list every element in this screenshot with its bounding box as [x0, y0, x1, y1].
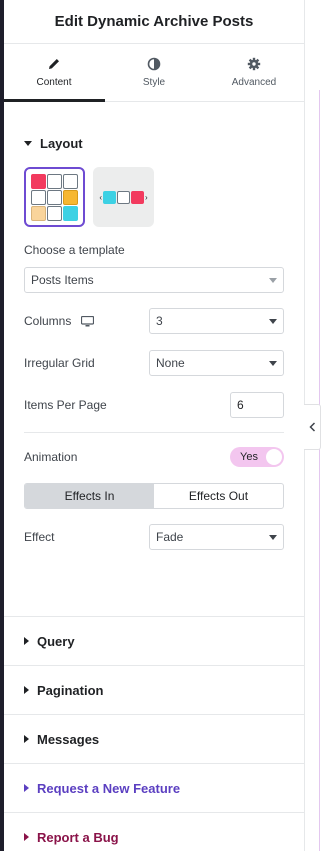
items-per-page-row: Items Per Page 6 [24, 392, 284, 418]
request-feature-link: Request a New Feature [37, 780, 181, 796]
chevron-down-icon [269, 360, 277, 366]
animation-toggle-value: Yes [240, 451, 258, 463]
caret-right-icon [24, 686, 29, 694]
effect-label: Effect [24, 530, 55, 544]
columns-select[interactable]: 3 [149, 308, 284, 334]
tab-content-label: Content [36, 77, 72, 88]
section-report-bug[interactable]: Report a Bug [4, 813, 304, 851]
caret-right-icon [24, 784, 29, 792]
animation-toggle[interactable]: Yes [230, 447, 284, 467]
template-carousel-option[interactable]: ‹ › [93, 167, 154, 227]
tab-effects-in[interactable]: Effects In [25, 484, 154, 508]
chevron-down-icon [269, 534, 277, 540]
effects-tabs: Effects In Effects Out [24, 483, 284, 509]
gear-icon [247, 57, 261, 71]
irregular-grid-label: Irregular Grid [24, 356, 95, 370]
section-query-title: Query [37, 633, 75, 649]
section-messages-head: Messages [4, 715, 304, 763]
grid-template-icon [31, 173, 78, 221]
irregular-grid-select[interactable]: None [149, 350, 284, 376]
divider [24, 432, 284, 433]
effect-select-value: Fade [156, 530, 184, 544]
caret-right-icon [24, 735, 29, 743]
editor-panel: Edit Dynamic Archive Posts Content Style [4, 0, 304, 851]
desktop-icon[interactable] [81, 315, 95, 327]
section-layout: Layout ‹ › Choose a template Posts Items… [4, 102, 304, 617]
template-select-value: Posts Items [31, 273, 94, 287]
effect-row: Effect Fade [4, 524, 304, 550]
columns-row: Columns 3 [24, 308, 284, 334]
irregular-grid-row: Irregular Grid None [24, 350, 284, 376]
caret-down-icon [24, 140, 32, 146]
half-circle-icon [147, 57, 161, 71]
tab-content[interactable]: Content [4, 44, 104, 101]
tab-advanced[interactable]: Advanced [204, 44, 304, 101]
items-per-page-input[interactable]: 6 [230, 392, 284, 418]
section-bug-head: Report a Bug [4, 813, 304, 851]
collapse-panel-button[interactable] [304, 404, 321, 450]
animation-label: Animation [24, 450, 78, 464]
section-messages-title: Messages [37, 731, 100, 747]
caret-right-icon [24, 637, 29, 645]
section-request-feature[interactable]: Request a New Feature [4, 764, 304, 813]
template-select[interactable]: Posts Items [24, 267, 284, 293]
section-feature-head: Request a New Feature [4, 764, 304, 812]
tab-effects-out[interactable]: Effects Out [154, 484, 283, 508]
irregular-grid-value: None [156, 356, 185, 370]
template-grid-option[interactable] [24, 167, 85, 227]
section-query[interactable]: Query [4, 617, 304, 666]
section-query-head: Query [4, 617, 304, 665]
tab-style[interactable]: Style [104, 44, 204, 101]
chevron-down-icon [269, 318, 277, 324]
tab-advanced-label: Advanced [231, 77, 277, 88]
section-layout-title: Layout [40, 135, 83, 151]
template-picker: ‹ › [24, 167, 284, 227]
section-pagination[interactable]: Pagination [4, 666, 304, 715]
template-label: Choose a template [24, 243, 125, 257]
chevron-left-icon [308, 422, 315, 432]
preview-outline [319, 90, 320, 851]
panel-header: Edit Dynamic Archive Posts [4, 0, 304, 44]
carousel-template-icon: ‹ › [99, 190, 148, 204]
animation-row: Animation Yes [24, 447, 284, 467]
section-pagination-head: Pagination [4, 666, 304, 714]
columns-select-value: 3 [156, 314, 163, 328]
chevron-down-icon [269, 277, 277, 283]
active-tab-indicator [4, 99, 105, 102]
tab-style-label: Style [142, 77, 166, 88]
section-pagination-title: Pagination [37, 682, 104, 698]
panel-title: Edit Dynamic Archive Posts [54, 13, 254, 30]
effect-select[interactable]: Fade [149, 524, 284, 550]
panel-tabs: Content Style Advanced [4, 44, 304, 102]
items-per-page-label: Items Per Page [24, 398, 107, 412]
toggle-knob [266, 449, 282, 465]
report-bug-link: Report a Bug [37, 829, 119, 845]
columns-label: Columns [24, 314, 72, 328]
pencil-icon [49, 59, 59, 69]
section-messages[interactable]: Messages [4, 715, 304, 764]
caret-right-icon [24, 833, 29, 841]
